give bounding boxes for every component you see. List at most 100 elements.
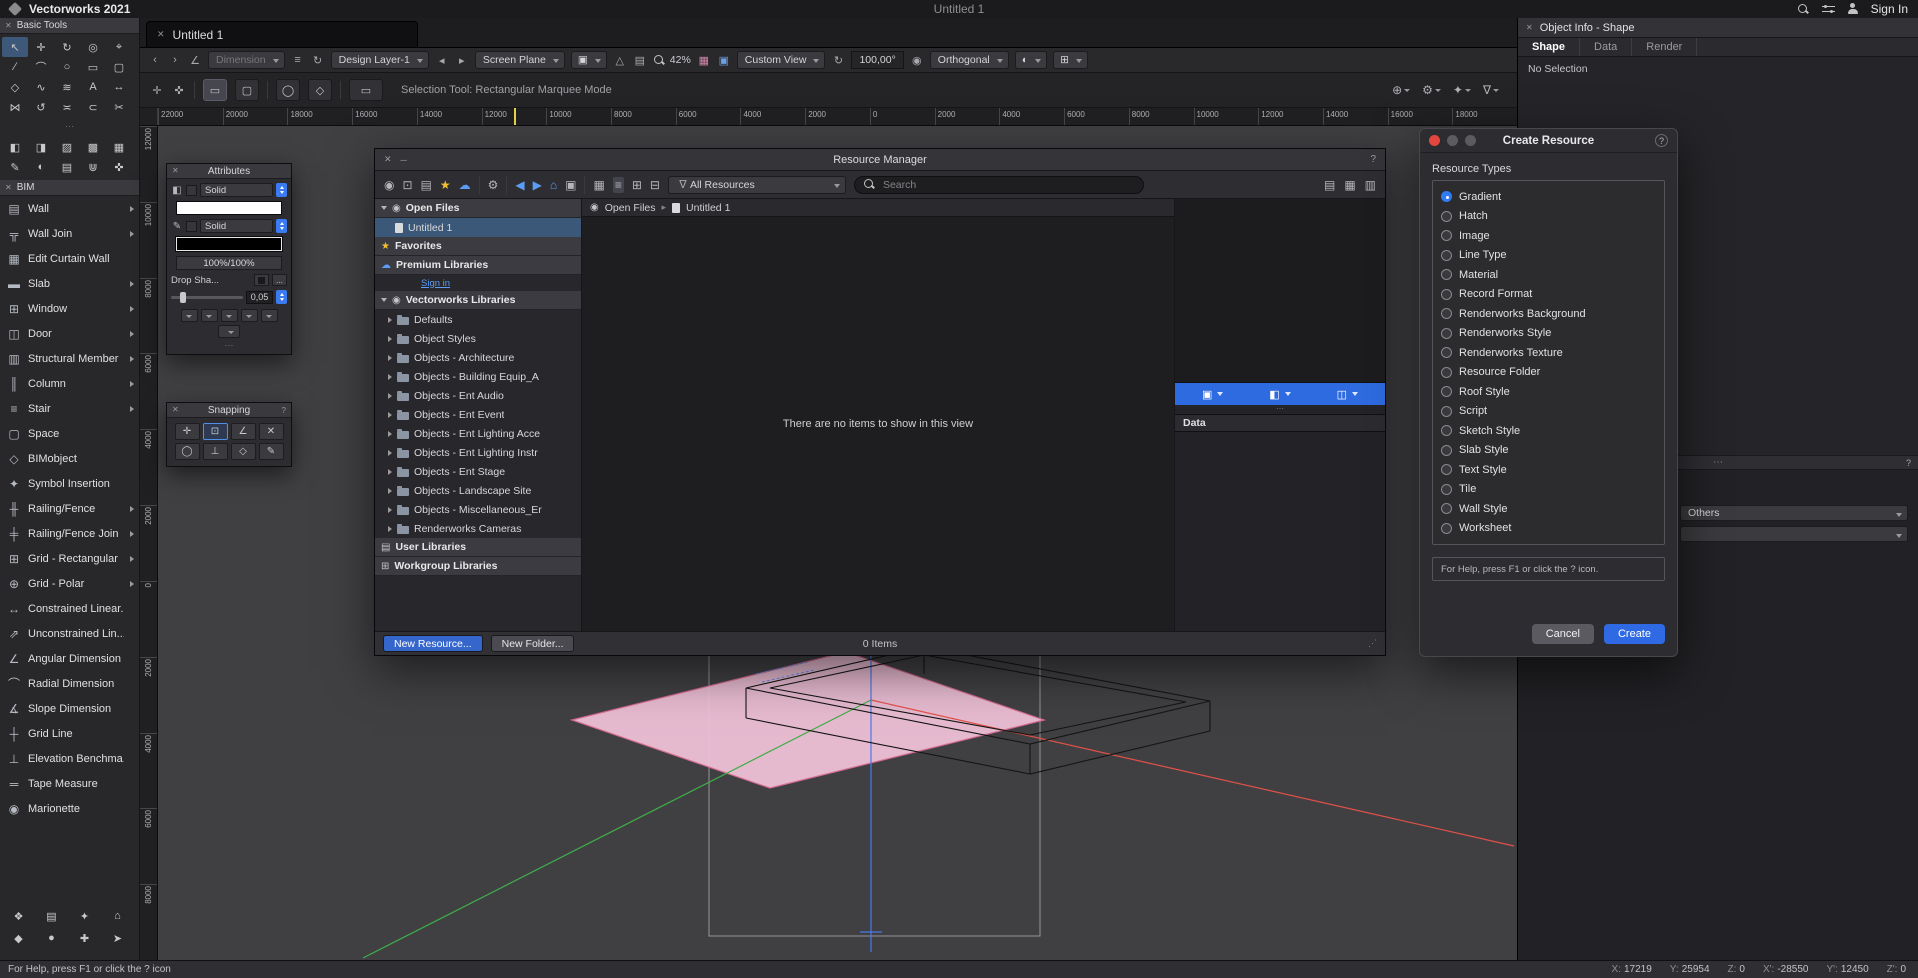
control-center-icon[interactable] bbox=[1822, 5, 1835, 14]
bim-tool-item[interactable]: ═ Tape Measure bbox=[0, 771, 139, 796]
resource-type-option[interactable]: Material bbox=[1441, 265, 1656, 285]
angle-snap-icon[interactable]: ∠ bbox=[188, 54, 202, 67]
help-icon[interactable]: ? bbox=[1906, 458, 1911, 468]
nav-forward-icon[interactable]: › bbox=[168, 54, 182, 66]
tab-render[interactable]: Render bbox=[1632, 38, 1697, 56]
settings-gear-icon[interactable]: ⚙ bbox=[1422, 83, 1441, 97]
utility-tool-1[interactable]: ❖ bbox=[2, 905, 35, 927]
nav-forward-icon[interactable]: ▶ bbox=[533, 178, 542, 192]
object-info-header[interactable]: ✕ Object Info - Shape bbox=[1518, 18, 1918, 38]
attributes-header[interactable]: ✕ Attributes bbox=[167, 164, 291, 179]
bim-tool-item[interactable]: ║ Column bbox=[0, 371, 139, 396]
line-style-dropdown[interactable] bbox=[221, 309, 238, 322]
rotate-tool[interactable]: ↺ bbox=[28, 97, 54, 117]
line-end-left-dropdown[interactable] bbox=[181, 309, 198, 322]
resource-type-option[interactable]: Hatch bbox=[1441, 207, 1656, 227]
offset-tool[interactable]: ≍ bbox=[54, 97, 80, 117]
disclosure-closed-icon[interactable] bbox=[388, 488, 392, 494]
utility-tool-2[interactable]: ▤ bbox=[35, 905, 68, 927]
bim-tool-item[interactable]: ▬ Slab bbox=[0, 271, 139, 296]
oval-marquee-mode-button[interactable]: ◯ bbox=[276, 79, 300, 101]
snap-to-tangent[interactable]: ✎ bbox=[259, 443, 284, 460]
disclosure-open-icon[interactable] bbox=[381, 206, 387, 210]
bim-tool-item[interactable]: ◫ Door bbox=[0, 321, 139, 346]
disclosure-open-icon[interactable] bbox=[381, 298, 387, 302]
resource-type-option[interactable]: Text Style bbox=[1441, 460, 1656, 480]
tree-file-item[interactable]: Untitled 1 bbox=[375, 218, 581, 237]
resource-type-option[interactable]: Resource Folder bbox=[1441, 363, 1656, 383]
snapping-header[interactable]: ✕ Snapping ? bbox=[167, 403, 291, 418]
bim-tool-item[interactable]: ⊕ Grid - Polar bbox=[0, 571, 139, 596]
breadcrumb-root[interactable]: Open Files bbox=[605, 202, 656, 214]
preview-pane-icon[interactable]: ▤ bbox=[1324, 178, 1335, 192]
close-icon[interactable]: ✕ bbox=[172, 406, 179, 414]
active-plane-dropdown[interactable]: Screen Plane bbox=[475, 51, 565, 69]
resource-type-option[interactable]: Renderworks Style bbox=[1441, 324, 1656, 344]
bim-tool-item[interactable]: ╫ Railing/Fence bbox=[0, 496, 139, 521]
image-fill-tool[interactable]: ▦ bbox=[106, 137, 132, 157]
tree-folder-item[interactable]: Renderworks Cameras bbox=[375, 519, 581, 538]
thumbnail-view-icon[interactable]: ▦ bbox=[593, 178, 604, 192]
search-input[interactable] bbox=[881, 178, 1135, 192]
radio-icon[interactable] bbox=[1441, 211, 1452, 222]
bim-tool-item[interactable]: ◇ BIMobject bbox=[0, 446, 139, 471]
radio-icon[interactable] bbox=[1441, 503, 1452, 514]
tree-folder-item[interactable]: Objects - Ent Audio bbox=[375, 386, 581, 405]
saved-view-blue-icon[interactable]: ▣ bbox=[717, 54, 731, 67]
filter-funnel-icon[interactable]: ∇ bbox=[1483, 83, 1499, 97]
refresh-icon[interactable]: ↻ bbox=[311, 54, 325, 67]
snap-to-edge[interactable]: ⊥ bbox=[203, 443, 228, 460]
radio-icon[interactable] bbox=[1441, 289, 1452, 300]
pan-tool[interactable]: ✛ bbox=[28, 37, 54, 57]
disclosure-closed-icon[interactable] bbox=[388, 317, 392, 323]
disclosure-closed-icon[interactable] bbox=[388, 374, 392, 380]
bim-tool-item[interactable]: ▤ Wall bbox=[0, 196, 139, 221]
bim-tool-item[interactable]: ╪ Railing/Fence Join bbox=[0, 521, 139, 546]
bim-tool-item[interactable]: ✦ Symbol Insertion bbox=[0, 471, 139, 496]
resource-type-option[interactable]: Renderworks Background bbox=[1441, 304, 1656, 324]
tab-close-icon[interactable]: ✕ bbox=[157, 29, 165, 40]
fill-style-dropdown[interactable]: Solid bbox=[200, 183, 273, 197]
resource-type-option[interactable]: Worksheet bbox=[1441, 519, 1656, 539]
nav-back-icon[interactable]: ‹ bbox=[148, 54, 162, 66]
detail-list-view-icon[interactable]: ⊟ bbox=[650, 178, 660, 192]
render-mode-dropdown[interactable]: ◐ bbox=[1015, 51, 1047, 69]
projection-dropdown[interactable]: Orthogonal bbox=[930, 51, 1009, 69]
bim-tool-item[interactable]: ⌒ Radial Dimension bbox=[0, 671, 139, 696]
document-tab[interactable]: ✕ Untitled 1 bbox=[146, 21, 418, 47]
tree-user-libraries-header[interactable]: ▤ User Libraries bbox=[375, 538, 581, 557]
disclosure-closed-icon[interactable] bbox=[388, 469, 392, 475]
bim-tool-item[interactable]: ⊥ Elevation Benchma... bbox=[0, 746, 139, 771]
divider-drag-handle[interactable]: ⋯ bbox=[1713, 457, 1723, 468]
class-list-icon[interactable]: ≡ bbox=[291, 54, 305, 66]
dimension-tool[interactable]: ↔ bbox=[106, 77, 132, 97]
close-icon[interactable]: ✕ bbox=[1526, 24, 1533, 32]
new-folder-icon[interactable]: ▣ bbox=[565, 178, 576, 192]
nav-home-icon[interactable]: ⌂ bbox=[550, 178, 557, 192]
rectangular-marquee-mode-button[interactable]: ▭ bbox=[203, 79, 227, 101]
fill-swatch[interactable] bbox=[186, 185, 197, 196]
radio-icon[interactable] bbox=[1441, 445, 1452, 456]
tree-folder-item[interactable]: Object Styles bbox=[375, 329, 581, 348]
radio-icon[interactable] bbox=[1441, 269, 1452, 280]
apply-texture-icon[interactable]: ▣ bbox=[1202, 388, 1223, 401]
snap-to-intersection[interactable]: ✕ bbox=[259, 423, 284, 440]
minimize-icon[interactable]: ─ bbox=[401, 155, 407, 165]
bim-tool-item[interactable]: ▢ Space bbox=[0, 421, 139, 446]
snap-loupe-tool[interactable]: ⌖ bbox=[106, 37, 132, 57]
attribute-mapping-tool[interactable]: ◧ bbox=[2, 137, 28, 157]
tile-tool[interactable]: ▩ bbox=[80, 137, 106, 157]
bim-tool-item[interactable]: ◉ Marionette bbox=[0, 796, 139, 821]
opacity-button[interactable]: 100%/100% bbox=[176, 256, 282, 270]
grid-options-dropdown[interactable]: ⊞ bbox=[1053, 51, 1088, 69]
radio-icon[interactable] bbox=[1441, 230, 1452, 241]
magic-wand-icon[interactable]: ✦ bbox=[1453, 83, 1471, 97]
radio-icon[interactable] bbox=[1441, 484, 1452, 495]
resource-type-option[interactable]: Image bbox=[1441, 226, 1656, 246]
palette-drag-handle[interactable]: ⋯ bbox=[0, 120, 139, 134]
resource-browser-icon[interactable]: ◉ bbox=[384, 178, 394, 192]
tree-premium-header[interactable]: ☁ Premium Libraries bbox=[375, 256, 581, 275]
new-resource-button[interactable]: New Resource... bbox=[383, 635, 483, 652]
freehand-tool[interactable]: ∿ bbox=[28, 77, 54, 97]
sign-in-button[interactable]: Sign In bbox=[1871, 2, 1908, 16]
